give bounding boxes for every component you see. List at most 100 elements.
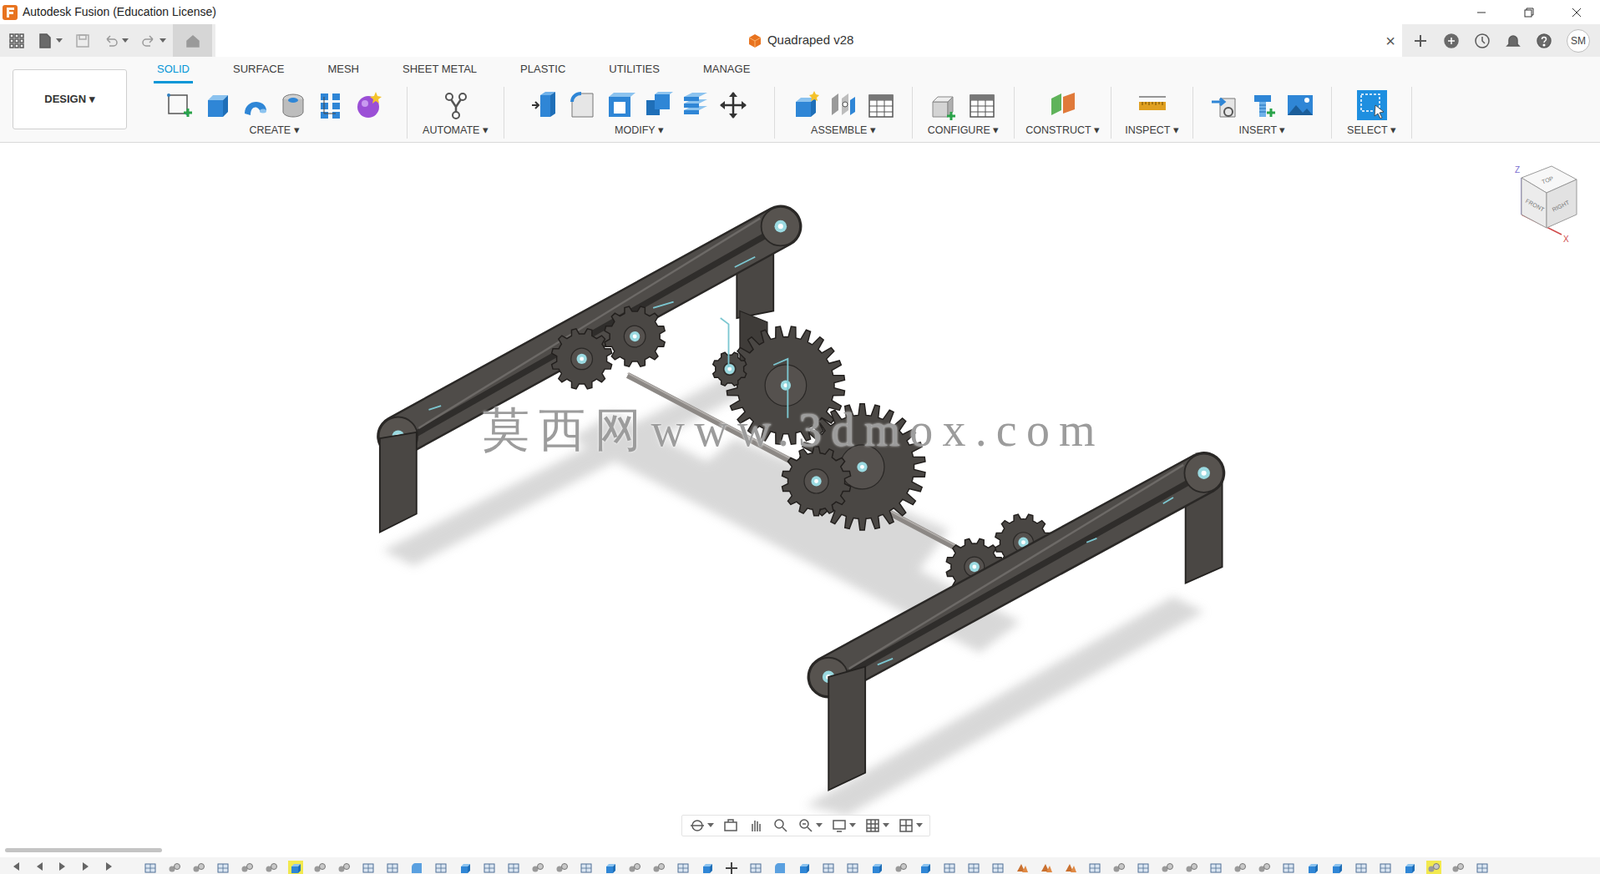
fit-icon[interactable]	[797, 817, 815, 835]
timeline-item[interactable]	[966, 860, 982, 874]
user-avatar[interactable]: SM	[1566, 29, 1590, 53]
timeline-item[interactable]	[1014, 860, 1030, 874]
timeline-item[interactable]	[384, 860, 400, 874]
document-close[interactable]: ×	[1385, 32, 1403, 50]
timeline-item[interactable]	[312, 860, 328, 874]
timeline-item[interactable]	[1402, 860, 1418, 874]
timeline-item[interactable]	[1281, 860, 1297, 874]
scrollbar-thumb[interactable]	[5, 848, 163, 853]
timeline-item[interactable]	[602, 860, 618, 874]
timeline-item[interactable]	[1353, 860, 1369, 874]
toolbar-group-label[interactable]: AUTOMATE ▾	[422, 122, 489, 139]
toolbar-group-label[interactable]: INSPECT ▾	[1124, 122, 1179, 139]
apps-grid-icon[interactable]	[8, 32, 26, 50]
timeline-item[interactable]	[1377, 860, 1393, 874]
grid-icon[interactable]	[864, 817, 882, 835]
toolbar-tab[interactable]: MESH	[324, 58, 363, 84]
timeline-item[interactable]	[239, 860, 255, 874]
table-icon[interactable]	[865, 90, 897, 121]
timeline-item[interactable]	[506, 860, 522, 874]
file-icon[interactable]	[36, 32, 54, 50]
display-settings-icon[interactable]	[830, 817, 848, 835]
timeline-item[interactable]	[724, 860, 740, 874]
timeline-item[interactable]	[941, 860, 957, 874]
restore-button[interactable]	[1504, 0, 1553, 25]
fillet-icon[interactable]	[567, 90, 598, 121]
toolbar-tab[interactable]: SHEET METAL	[399, 58, 481, 84]
timeline-item[interactable]	[675, 860, 691, 874]
param-icon[interactable]	[929, 90, 960, 121]
timeline-item[interactable]	[360, 860, 376, 874]
pan-icon[interactable]	[747, 817, 765, 835]
toolbar-group-label[interactable]: INSERT ▾	[1239, 122, 1287, 139]
workspace-switcher[interactable]: DESIGN ▾	[12, 69, 127, 130]
new-tab-plus-icon[interactable]	[1412, 32, 1429, 50]
timeline-item[interactable]	[1111, 860, 1127, 874]
frame-bar[interactable]	[809, 453, 1224, 697]
insert-icon[interactable]	[1210, 90, 1241, 121]
timeline-item[interactable]	[1426, 860, 1442, 874]
caret-icon[interactable]	[882, 823, 890, 829]
toolbar-group-label[interactable]: CONFIGURE ▾	[927, 122, 999, 139]
timeline-item[interactable]	[748, 860, 764, 874]
sweep-icon[interactable]	[240, 90, 271, 121]
model-viewport[interactable]	[0, 142, 1600, 844]
orbit-icon[interactable]	[688, 817, 706, 835]
caret-icon[interactable]	[815, 823, 823, 829]
timeline-item[interactable]	[772, 860, 788, 874]
skip-start-icon[interactable]	[10, 860, 22, 873]
home-icon[interactable]	[184, 32, 202, 50]
minimize-button[interactable]	[1457, 0, 1505, 25]
joint-icon[interactable]	[828, 90, 859, 121]
timeline-item[interactable]	[1208, 860, 1224, 874]
automate-icon[interactable]	[440, 90, 471, 121]
timeline-item[interactable]	[796, 860, 812, 874]
close-button[interactable]	[1552, 0, 1600, 25]
timeline-item[interactable]	[1474, 860, 1490, 874]
timeline-item[interactable]	[1038, 860, 1054, 874]
document-tab[interactable]: Quadraped v28×	[215, 24, 1403, 57]
hole-icon[interactable]	[278, 90, 309, 121]
notifications-icon[interactable]	[1504, 32, 1522, 50]
timeline-item[interactable]	[481, 860, 497, 874]
sketch-icon[interactable]	[165, 90, 196, 121]
form-icon[interactable]	[353, 90, 384, 121]
toolbar-group-label[interactable]: CONSTRUCT ▾	[1025, 122, 1100, 139]
gear[interactable]	[713, 352, 747, 386]
offset-icon[interactable]	[680, 90, 711, 121]
caret-icon[interactable]	[707, 823, 714, 829]
toolbar-group-label[interactable]: ASSEMBLE ▾	[810, 122, 876, 139]
job-status-icon[interactable]	[1473, 32, 1491, 50]
timeline-item[interactable]	[1305, 860, 1321, 874]
gear[interactable]	[604, 306, 665, 367]
timeline-item[interactable]	[990, 860, 1006, 874]
timeline-item[interactable]	[627, 860, 643, 874]
timeline-item[interactable]	[1256, 860, 1272, 874]
toolbar-group-label[interactable]: SELECT ▾	[1346, 122, 1397, 139]
canvas[interactable]: 莫西网www.3dmox.comTOPFRONTRIGHTZX	[0, 142, 1600, 844]
timeline-item[interactable]	[1450, 860, 1466, 874]
extensions-icon[interactable]	[1443, 32, 1460, 50]
timeline-item[interactable]	[845, 860, 861, 874]
press-icon[interactable]	[530, 90, 561, 121]
timeline-item[interactable]	[167, 860, 183, 874]
save-icon[interactable]	[74, 32, 92, 50]
leg[interactable]	[379, 432, 417, 533]
caret-icon[interactable]	[121, 38, 129, 44]
timeline-item[interactable]	[288, 860, 304, 874]
shell-icon[interactable]	[605, 90, 636, 121]
zoom-icon[interactable]	[772, 817, 790, 835]
caret-icon[interactable]	[849, 823, 856, 829]
caret-icon[interactable]	[159, 38, 167, 44]
select-icon[interactable]	[1356, 90, 1388, 121]
timeline-item[interactable]	[820, 860, 836, 874]
timeline-item[interactable]	[263, 860, 279, 874]
timeline-item[interactable]	[1232, 860, 1248, 874]
timeline-item[interactable]	[409, 860, 425, 874]
toolbar-group-label[interactable]: MODIFY ▾	[614, 122, 664, 139]
timeline-item[interactable]	[457, 860, 473, 874]
toolbar-tab[interactable]: UTILITIES	[605, 58, 664, 84]
caret-icon[interactable]	[55, 38, 63, 44]
timeline-item[interactable]	[1184, 860, 1200, 874]
frame-bar[interactable]	[379, 207, 800, 456]
